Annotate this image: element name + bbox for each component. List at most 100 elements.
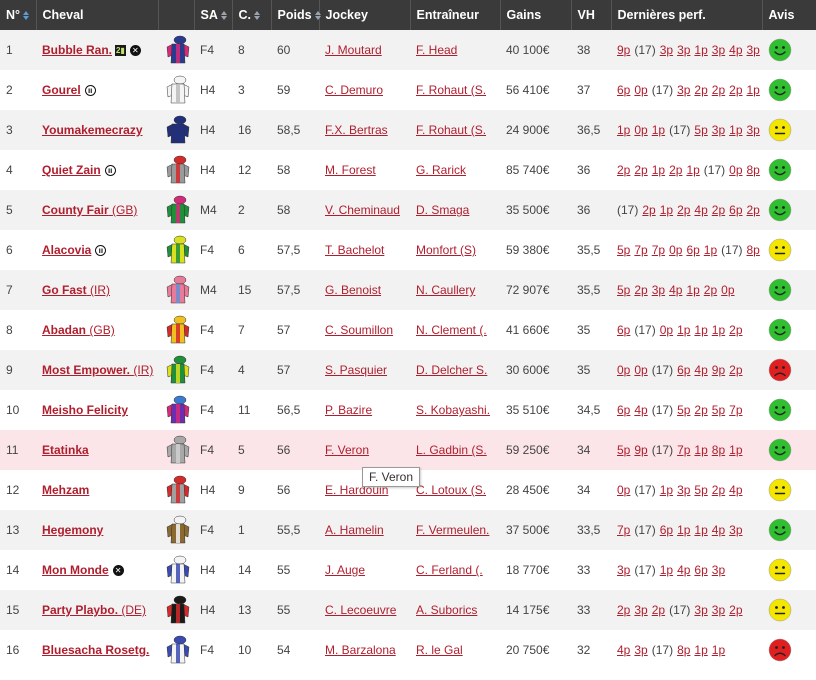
jockey-link[interactable]: M. Forest [325, 163, 376, 177]
perf-result-link[interactable]: 2p [652, 603, 665, 617]
perf-result-link[interactable]: 1p [747, 83, 760, 97]
perf-result-link[interactable]: 0p [617, 483, 630, 497]
perf-result-link[interactable]: 8p [747, 243, 760, 257]
jockey-link[interactable]: C. Lecoeuvre [325, 603, 396, 617]
col-header-gains[interactable]: Gains [500, 0, 572, 30]
perf-result-link[interactable]: 5p [712, 403, 725, 417]
horse-name-link[interactable]: Hegemony [42, 523, 103, 537]
perf-result-link[interactable]: 2p [704, 283, 717, 297]
perf-result-link[interactable]: 3p [634, 643, 647, 657]
perf-result-link[interactable]: 5p [617, 443, 630, 457]
perf-result-link[interactable]: 1p [686, 283, 699, 297]
trainer-link[interactable]: G. Rarick [416, 163, 466, 177]
jockey-link[interactable]: T. Bachelot [325, 243, 384, 257]
perf-result-link[interactable]: 1p [652, 163, 665, 177]
perf-result-link[interactable]: 1p [694, 43, 707, 57]
perf-result-link[interactable]: 3p [677, 483, 690, 497]
perf-result-link[interactable]: 0p [634, 123, 647, 137]
perf-result-link[interactable]: 6p [677, 363, 690, 377]
perf-result-link[interactable]: 1p [694, 443, 707, 457]
table-row[interactable]: 7 Go Fast (IR) M4 15 57,5 G. Benoist N. Caulle… [0, 270, 816, 310]
perf-result-link[interactable]: 7p [634, 243, 647, 257]
perf-result-link[interactable]: 3p [747, 43, 760, 57]
table-row[interactable]: 13 Hegemony F4 1 55,5 A. Hamelin F. Vermeulen.… [0, 510, 816, 550]
table-row[interactable]: 2 Gourel ıı H4 3 59 C. Demuro F. Rohaut (S. 56 4… [0, 70, 816, 110]
perf-result-link[interactable]: 5p [694, 483, 707, 497]
jockey-link[interactable]: F. Veron [325, 443, 369, 457]
trainer-link[interactable]: R. le Gal [416, 643, 463, 657]
perf-result-link[interactable]: 8p [747, 163, 760, 177]
horse-name-link[interactable]: Etatinka [42, 443, 89, 457]
table-row[interactable]: 4 Quiet Zain ıı H4 12 58 M. Forest G. Rarick 85 … [0, 150, 816, 190]
perf-result-link[interactable]: 2p [634, 283, 647, 297]
trainer-link[interactable]: D. Delcher S. [416, 363, 487, 377]
perf-result-link[interactable]: 3p [677, 43, 690, 57]
perf-result-link[interactable]: 3p [729, 523, 742, 537]
perf-result-link[interactable]: 0p [729, 163, 742, 177]
horse-name-link[interactable]: Meisho Felicity [42, 403, 128, 417]
perf-result-link[interactable]: 0p [634, 83, 647, 97]
col-header-num[interactable]: N° [0, 0, 37, 30]
sort-icon[interactable] [314, 11, 321, 21]
col-header-jockey[interactable]: Jockey [319, 0, 411, 30]
jockey-link[interactable]: C. Soumillon [325, 323, 393, 337]
horse-name-link[interactable]: Quiet Zain [42, 163, 101, 177]
perf-result-link[interactable]: 8p [712, 443, 725, 457]
perf-result-link[interactable]: 8p [677, 643, 690, 657]
perf-result-link[interactable]: 2p [694, 83, 707, 97]
table-row[interactable]: 1 Bubble Ran. 2▮ ✕ F4 8 60 J. Moutard F. Head 40 … [0, 30, 816, 70]
perf-result-link[interactable]: 0p [669, 243, 682, 257]
jockey-link[interactable]: V. Cheminaud [325, 203, 400, 217]
col-header-avis[interactable]: Avis [762, 0, 816, 30]
perf-result-link[interactable]: 2p [729, 603, 742, 617]
trainer-link[interactable]: F. Vermeulen. [416, 523, 489, 537]
jockey-link[interactable]: J. Auge [325, 563, 365, 577]
horse-name-link[interactable]: Alacovia [42, 243, 91, 257]
horse-name-link[interactable]: Bluesacha Rosetg. [42, 643, 149, 657]
col-header-vh[interactable]: VH [571, 0, 612, 30]
perf-result-link[interactable]: 2p [669, 163, 682, 177]
perf-result-link[interactable]: 3p [712, 563, 725, 577]
perf-result-link[interactable]: 1p [660, 563, 673, 577]
perf-result-link[interactable]: 3p [617, 563, 630, 577]
horse-name-link[interactable]: Party Playbo. (DE) [42, 603, 146, 617]
jockey-link[interactable]: F.X. Bertras [325, 123, 388, 137]
perf-result-link[interactable]: 6p [617, 323, 630, 337]
trainer-link[interactable]: Monfort (S) [416, 243, 476, 257]
perf-result-link[interactable]: 0p [617, 363, 630, 377]
perf-result-link[interactable]: 1p [660, 203, 673, 217]
perf-result-link[interactable]: 2p [729, 83, 742, 97]
perf-result-link[interactable]: 6p [694, 563, 707, 577]
perf-result-link[interactable]: 1p [704, 243, 717, 257]
col-header-sa[interactable]: SA [194, 0, 233, 30]
perf-result-link[interactable]: 1p [729, 443, 742, 457]
sort-icon[interactable] [220, 11, 227, 21]
perf-result-link[interactable]: 6p [617, 83, 630, 97]
table-row[interactable]: 16 Bluesacha Rosetg. F4 10 54 M. Barzalona R. … [0, 630, 816, 670]
sort-icon[interactable] [254, 11, 260, 21]
jockey-link[interactable]: J. Moutard [325, 43, 382, 57]
perf-result-link[interactable]: 2p [642, 203, 655, 217]
perf-result-link[interactable]: 3p [712, 123, 725, 137]
perf-result-link[interactable]: 1p [729, 123, 742, 137]
horse-name-link[interactable]: Abadan (GB) [42, 323, 115, 337]
perf-result-link[interactable]: 4p [729, 483, 742, 497]
trainer-link[interactable]: F. Rohaut (S. [416, 83, 486, 97]
perf-result-link[interactable]: 9p [634, 443, 647, 457]
perf-result-link[interactable]: 0p [721, 283, 734, 297]
perf-result-link[interactable]: 1p [694, 323, 707, 337]
trainer-link[interactable]: F. Rohaut (S. [416, 123, 486, 137]
jockey-link[interactable]: S. Pasquier [325, 363, 387, 377]
table-row[interactable]: 5 County Fair (GB) M4 2 58 V. Cheminaud D. Sma… [0, 190, 816, 230]
perf-result-link[interactable]: 3p [712, 603, 725, 617]
perf-result-link[interactable]: 4p [694, 203, 707, 217]
jockey-link[interactable]: A. Hamelin [325, 523, 384, 537]
jockey-link[interactable]: M. Barzalona [325, 643, 396, 657]
perf-result-link[interactable]: 4p [712, 523, 725, 537]
perf-result-link[interactable]: 2p [617, 163, 630, 177]
perf-result-link[interactable]: 7p [729, 403, 742, 417]
perf-result-link[interactable]: 2p [617, 603, 630, 617]
perf-result-link[interactable]: 2p [712, 483, 725, 497]
perf-result-link[interactable]: 4p [694, 363, 707, 377]
table-row[interactable]: 14 Mon Monde ✕ H4 14 55 J. Auge C. Ferland (. 18… [0, 550, 816, 590]
